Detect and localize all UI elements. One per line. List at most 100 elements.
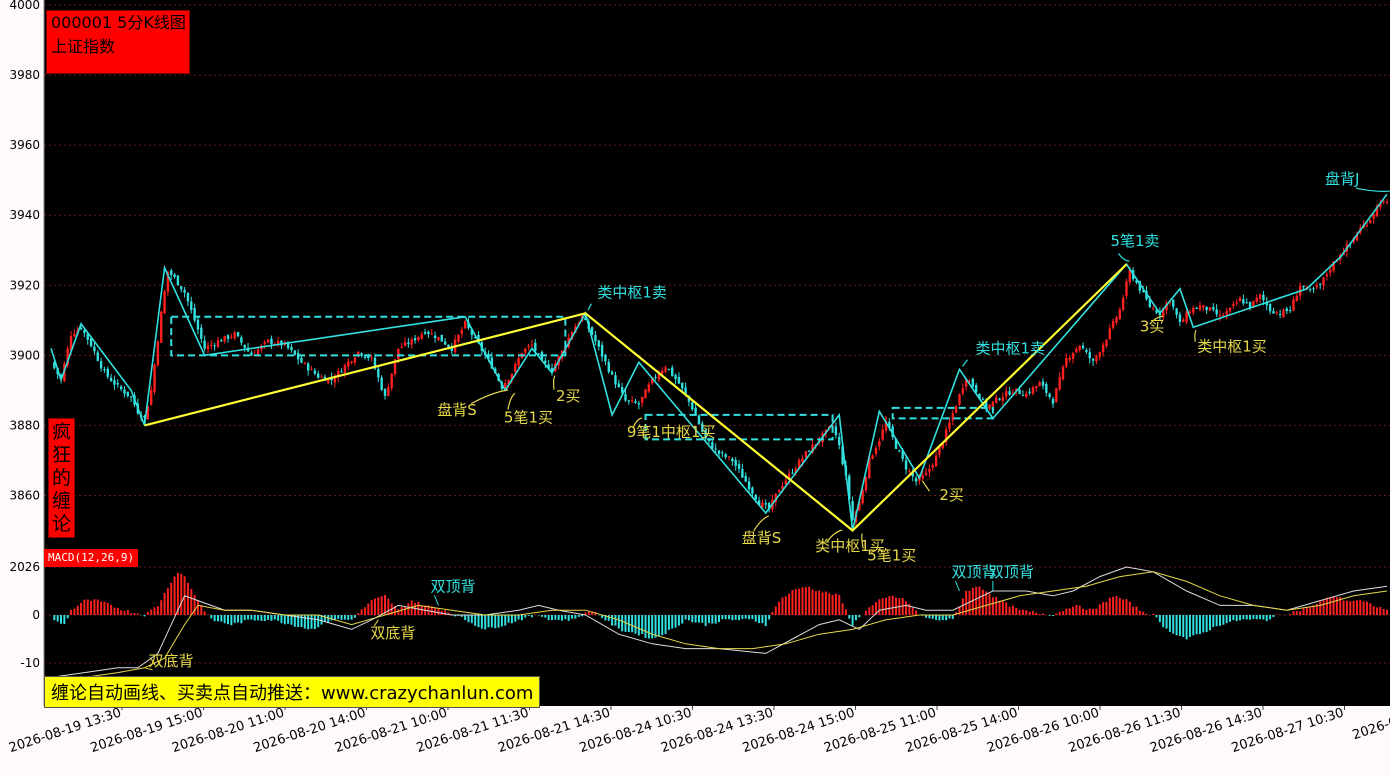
candle-down bbox=[109, 377, 113, 382]
candle-up bbox=[640, 396, 644, 403]
candle-up bbox=[1292, 299, 1295, 311]
candle-down bbox=[898, 450, 901, 452]
candle-down bbox=[1308, 289, 1312, 291]
candle-up bbox=[524, 348, 527, 353]
candle-down bbox=[290, 346, 293, 350]
candle-up bbox=[530, 344, 534, 346]
candle-up bbox=[150, 390, 153, 405]
candle-up bbox=[430, 333, 433, 335]
candle-up bbox=[417, 336, 420, 340]
candle-up bbox=[1078, 345, 1081, 351]
macd-tick-label: 0 bbox=[32, 608, 40, 622]
candle-down bbox=[1195, 307, 1198, 309]
candle-down bbox=[744, 475, 747, 482]
candle-up bbox=[647, 384, 651, 392]
macd-annotation-label: 双顶背 bbox=[989, 563, 1034, 581]
candle-up bbox=[1185, 311, 1188, 322]
time-tick-label: 2026-08-27 bbox=[1351, 706, 1390, 744]
candle-down bbox=[220, 340, 223, 342]
candle-up bbox=[1325, 274, 1329, 277]
candle-down bbox=[440, 334, 443, 342]
candle-up bbox=[420, 334, 423, 339]
candle-up bbox=[156, 341, 160, 366]
candle-down bbox=[306, 363, 310, 371]
candle-down bbox=[116, 383, 119, 385]
annotation-label: 类中枢1卖 bbox=[975, 339, 1045, 357]
candle-down bbox=[534, 342, 537, 352]
candle-up bbox=[630, 400, 634, 402]
candle-up bbox=[333, 378, 337, 383]
brand-char: 狂 bbox=[51, 444, 71, 466]
chart-period: 5分K线图 bbox=[117, 13, 186, 32]
candle-down bbox=[751, 487, 754, 494]
candle-up bbox=[460, 329, 464, 334]
candle-down bbox=[183, 289, 186, 293]
candle-down bbox=[1172, 299, 1175, 307]
candle-up bbox=[1255, 297, 1258, 302]
candle-up bbox=[1238, 297, 1242, 302]
macd-label: MACD(12,26,9) bbox=[44, 549, 139, 567]
candle-up bbox=[350, 361, 353, 363]
candle-up bbox=[210, 344, 213, 346]
candle-up bbox=[206, 345, 210, 350]
candle-down bbox=[123, 389, 126, 394]
annotation-label: 盘背J bbox=[1325, 170, 1359, 188]
candle-down bbox=[614, 375, 617, 385]
candle-up bbox=[163, 291, 166, 314]
candle-up bbox=[437, 336, 440, 341]
candle-down bbox=[764, 503, 767, 505]
plot-background bbox=[44, 0, 1390, 706]
price-tick-label: 3960 bbox=[9, 138, 40, 152]
candle-up bbox=[1258, 294, 1262, 299]
candle-down bbox=[106, 368, 109, 377]
candle-up bbox=[1105, 339, 1108, 347]
candle-down bbox=[180, 286, 183, 290]
price-tick-label: 3940 bbox=[9, 208, 40, 222]
candle-up bbox=[400, 346, 403, 348]
price-tick-label: 3900 bbox=[9, 348, 40, 362]
candle-down bbox=[250, 352, 253, 356]
candle-up bbox=[1218, 314, 1222, 316]
candle-up bbox=[1322, 277, 1325, 286]
candle-down bbox=[681, 382, 684, 389]
candle-down bbox=[594, 335, 597, 342]
candle-down bbox=[714, 448, 717, 450]
candle-up bbox=[954, 406, 958, 413]
candle-up bbox=[1095, 356, 1098, 362]
candle-up bbox=[310, 368, 313, 370]
candle-up bbox=[871, 455, 874, 460]
candle-up bbox=[1111, 321, 1115, 328]
candle-down bbox=[1262, 294, 1265, 301]
candle-up bbox=[1182, 319, 1185, 323]
candle-up bbox=[1118, 309, 1121, 319]
candle-up bbox=[921, 475, 924, 479]
candle-up bbox=[958, 393, 961, 405]
candle-up bbox=[1228, 307, 1232, 312]
candle-down bbox=[1085, 349, 1088, 352]
candle-up bbox=[463, 321, 467, 329]
candle-down bbox=[1178, 314, 1182, 322]
candle-down bbox=[607, 361, 610, 372]
candle-up bbox=[864, 477, 868, 491]
candle-down bbox=[360, 353, 363, 356]
candle-up bbox=[1058, 377, 1061, 390]
candle-up bbox=[403, 342, 407, 346]
candle-down bbox=[721, 452, 724, 454]
price-tick-label: 4000 bbox=[9, 0, 40, 12]
candle-down bbox=[627, 400, 631, 402]
candle-down bbox=[674, 374, 677, 380]
candle-down bbox=[243, 344, 246, 348]
candle-up bbox=[968, 380, 971, 382]
annotation-label: 5笔1卖 bbox=[1110, 232, 1159, 250]
candle-up bbox=[153, 364, 156, 393]
chart-canvas: 4000 3980 3960 3940 3920 3900 3880 3860 2026 0 -1… bbox=[7, 0, 1390, 756]
candle-up bbox=[353, 357, 357, 363]
candle-up bbox=[727, 456, 731, 458]
candle-down bbox=[447, 344, 450, 348]
candle-up bbox=[1329, 269, 1332, 273]
candle-up bbox=[1365, 224, 1369, 226]
candle-down bbox=[377, 368, 380, 378]
candle-down bbox=[1008, 391, 1011, 395]
candle-up bbox=[320, 376, 323, 378]
candle-up bbox=[995, 397, 998, 403]
